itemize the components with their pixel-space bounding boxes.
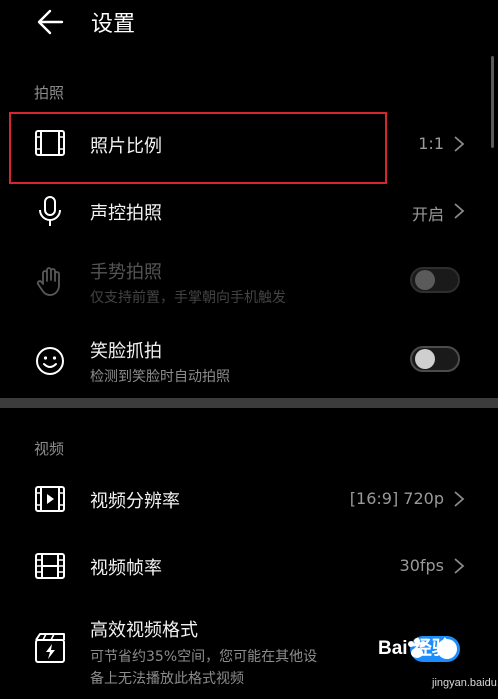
setting-row-voice-capture[interactable]: 声控拍照 开启 (0, 186, 498, 236)
setting-value: [16:9] 720p (349, 489, 444, 508)
section-label-video: 视频 (34, 440, 65, 458)
setting-subtitle: 检测到笑脸时自动拍照 (90, 369, 230, 385)
section-divider (0, 398, 498, 408)
smile-icon (36, 347, 64, 375)
watermark: Bai 经验 jingyan.baidu.com (378, 633, 498, 699)
gesture-capture-toggle[interactable] (410, 267, 460, 293)
chevron-right-icon (454, 136, 465, 152)
film-strip-icon (35, 553, 65, 579)
toggle-knob (415, 270, 435, 290)
setting-title: 照片比例 (90, 136, 162, 157)
frame-icon (35, 130, 65, 156)
arrow-left-icon[interactable] (32, 4, 68, 40)
setting-row-video-resolution[interactable]: 视频分辨率 [16:9] 720p (0, 474, 498, 524)
video-frame-icon (35, 486, 65, 512)
chevron-right-icon (454, 203, 465, 219)
chevron-right-icon (454, 491, 465, 507)
setting-subtitle: 仅支持前置，手掌朝向手机触发 (90, 290, 286, 306)
setting-title: 手势拍照 (90, 262, 162, 283)
setting-title: 笑脸抓拍 (90, 341, 162, 362)
clapper-flash-icon (35, 633, 65, 663)
setting-row-video-fps[interactable]: 视频帧率 30fps (0, 542, 498, 592)
setting-value: 开启 (411, 205, 444, 224)
smile-capture-toggle[interactable] (410, 346, 460, 372)
setting-title: 视频分辨率 (90, 491, 180, 512)
setting-title: 视频帧率 (90, 558, 162, 579)
setting-value: 1:1 (418, 134, 444, 153)
setting-value: 30fps (399, 556, 444, 575)
setting-title: 高效视频格式 (90, 620, 198, 641)
section-label-photo: 拍照 (34, 84, 65, 102)
watermark-url: jingyan.baidu.com (432, 677, 498, 689)
toggle-knob (415, 349, 435, 369)
chevron-right-icon (454, 558, 465, 574)
top-bar: 设置 (0, 0, 498, 48)
setting-title: 声控拍照 (90, 203, 162, 224)
hand-icon (36, 267, 60, 296)
setting-row-photo-ratio[interactable]: 照片比例 1:1 (0, 112, 498, 184)
watermark-logo: Bai 经验 (378, 638, 451, 659)
setting-subtitle-line2: 备上无法播放此格式视频 (90, 671, 244, 687)
page-title: 设置 (91, 12, 136, 37)
microphone-icon (39, 196, 61, 226)
setting-subtitle-line1: 可节省约35%空间，您可能在其他设 (90, 649, 318, 665)
